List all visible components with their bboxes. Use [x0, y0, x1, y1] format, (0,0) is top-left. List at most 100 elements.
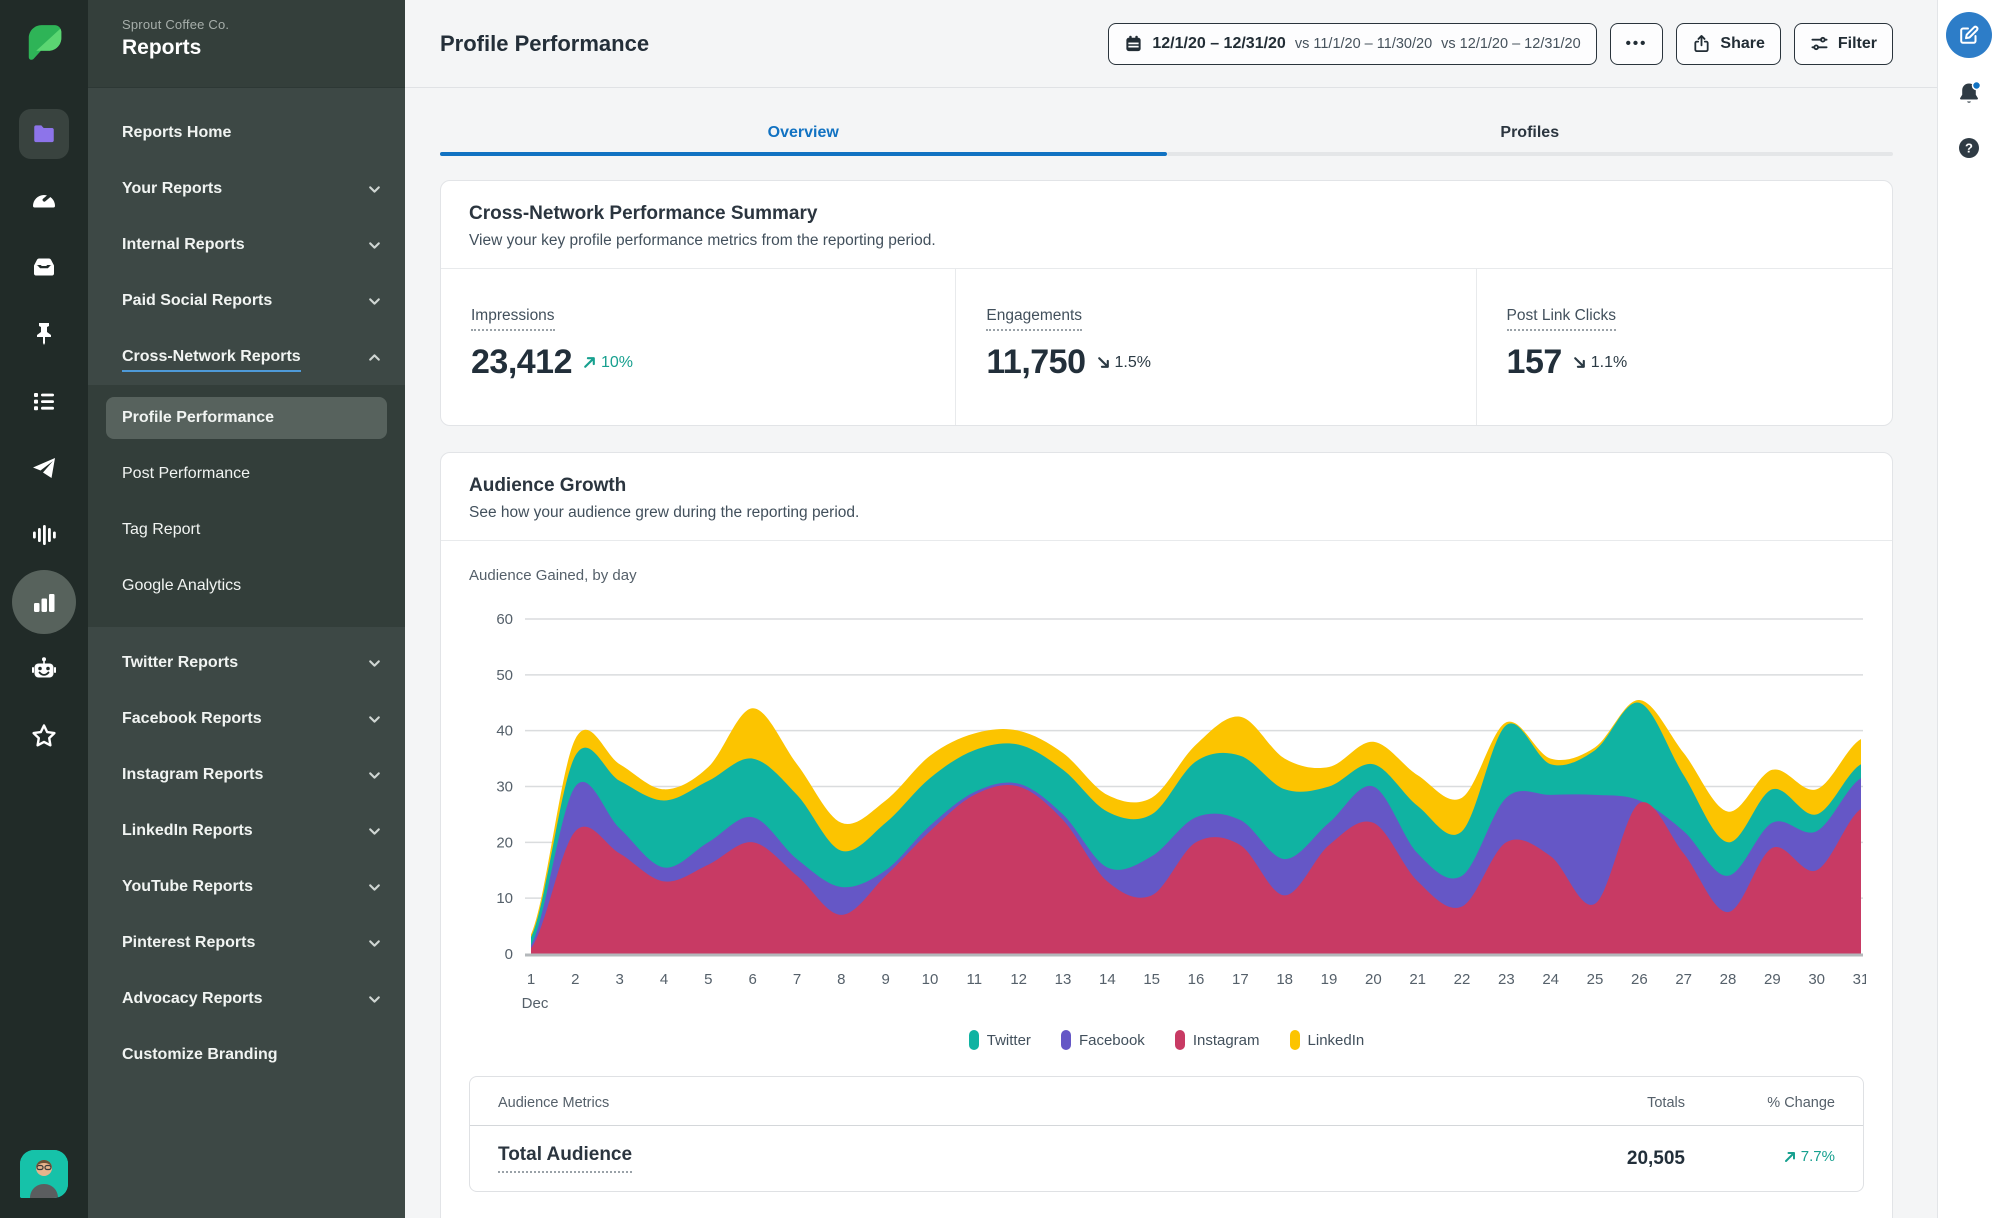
utility-rail: ? — [1937, 0, 2000, 1218]
account-name: Sprout Coffee Co. — [122, 17, 230, 32]
svg-text:18: 18 — [1276, 971, 1293, 988]
sidebar-subitem-google-analytics[interactable]: Google Analytics — [88, 558, 405, 614]
svg-text:21: 21 — [1409, 971, 1426, 988]
page-title: Profile Performance — [440, 30, 650, 56]
sidebar-item-twitter-reports[interactable]: Twitter Reports — [88, 635, 405, 691]
date-range-button[interactable]: 12/1/20 – 12/31/20 vs 11/1/20 – 11/30/20… — [1108, 22, 1597, 65]
sidebar-subitem-post-performance[interactable]: Post Performance — [88, 446, 405, 502]
chevron-down-icon — [367, 182, 382, 197]
metric-label[interactable]: Impressions — [471, 307, 555, 331]
arrow-up-right-icon — [1784, 1151, 1795, 1162]
filter-button[interactable]: Filter — [1793, 22, 1893, 65]
list-icon[interactable] — [29, 386, 59, 416]
legend-color-chip — [1060, 1030, 1071, 1050]
row-total: 20,505 — [1626, 1147, 1685, 1169]
metric-change: 10% — [582, 354, 633, 372]
compose-button[interactable] — [1946, 12, 1992, 58]
svg-text:50: 50 — [496, 667, 513, 684]
metric-engagements: Engagements 11,750 1.5% — [955, 269, 1475, 425]
bar-chart-icon[interactable] — [12, 570, 76, 634]
share-icon — [1692, 34, 1711, 53]
chevron-down-icon — [367, 656, 382, 671]
calendar-icon — [1124, 34, 1143, 53]
tab-overview[interactable]: Overview — [440, 88, 1167, 156]
audience-growth-subtitle: See how your audience grew during the re… — [469, 504, 860, 521]
chevron-up-icon — [367, 350, 382, 365]
sidebar-item-facebook-reports[interactable]: Facebook Reports — [88, 691, 405, 747]
sidebar-item-your-reports[interactable]: Your Reports — [88, 161, 405, 217]
gauge-icon[interactable] — [29, 185, 59, 215]
svg-text:20: 20 — [1365, 971, 1382, 988]
more-options-button[interactable]: ••• — [1609, 22, 1664, 65]
chart-axis-title: Audience Gained, by day — [469, 567, 637, 584]
pin-icon[interactable] — [30, 319, 58, 347]
svg-text:11: 11 — [967, 971, 983, 988]
arrow-down-right-icon — [1097, 357, 1109, 368]
chevron-down-icon — [367, 768, 382, 783]
svg-text:7: 7 — [793, 971, 801, 988]
audience-growth-chart[interactable]: 01020304050601Dec2 3 4 5 6 7 8 9 10 11 12 13 14 15 16 1… — [469, 584, 1866, 1016]
inbox-icon[interactable] — [29, 252, 59, 282]
sidebar-subitem-tag-report[interactable]: Tag Report — [88, 502, 405, 558]
legend-label: Instagram — [1192, 1031, 1260, 1049]
folder-icon[interactable] — [19, 109, 69, 159]
svg-text:27: 27 — [1675, 971, 1692, 988]
user-avatar[interactable] — [20, 1150, 68, 1198]
icon-rail — [0, 0, 88, 1218]
metric-change: 1.1% — [1572, 354, 1627, 372]
sidebar-item-cross-network-reports[interactable]: Cross-Network Reports — [88, 329, 405, 385]
filter-label: Filter — [1837, 34, 1877, 52]
sidebar-item-pinterest-reports[interactable]: Pinterest Reports — [88, 915, 405, 971]
arrow-up-right-icon — [584, 357, 595, 368]
metric-value: 23,412 — [471, 343, 573, 381]
bot-icon[interactable] — [29, 654, 59, 684]
sidebar-item-reports-home[interactable]: Reports Home — [88, 105, 405, 161]
star-icon[interactable] — [29, 721, 59, 751]
sidebar-item-advocacy-reports[interactable]: Advocacy Reports — [88, 971, 405, 1027]
legend-label: LinkedIn — [1307, 1031, 1365, 1049]
cross-network-summary-card: Cross-Network Performance Summary View y… — [440, 180, 1893, 426]
reports-sidebar: Sprout Coffee Co. Reports Reports Home Y… — [88, 0, 405, 1218]
svg-text:25: 25 — [1587, 971, 1604, 988]
sidebar-item-paid-social-reports[interactable]: Paid Social Reports — [88, 273, 405, 329]
legend-color-chip — [1174, 1030, 1185, 1050]
legend-color-chip — [1289, 1030, 1300, 1050]
tab-profiles[interactable]: Profiles — [1166, 88, 1893, 156]
sidebar-item-customize-branding[interactable]: Customize Branding — [88, 1027, 405, 1083]
report-content: Cross-Network Performance Summary View y… — [405, 156, 1937, 1218]
column-header-totals: Totals — [1647, 1095, 1685, 1111]
legend-item[interactable]: Twitter — [968, 1030, 1031, 1050]
svg-text:19: 19 — [1321, 971, 1338, 988]
legend-item[interactable]: LinkedIn — [1289, 1030, 1365, 1050]
send-icon[interactable] — [29, 453, 59, 483]
svg-text:22: 22 — [1454, 971, 1471, 988]
metric-label[interactable]: Engagements — [986, 307, 1083, 331]
metric-label[interactable]: Post Link Clicks — [1506, 307, 1616, 331]
sidebar-item-youtube-reports[interactable]: YouTube Reports — [88, 859, 405, 915]
share-button[interactable]: Share — [1676, 22, 1781, 65]
waveform-icon[interactable] — [29, 520, 59, 550]
legend-item[interactable]: Instagram — [1174, 1030, 1260, 1050]
legend-item[interactable]: Facebook — [1060, 1030, 1145, 1050]
svg-text:Dec: Dec — [522, 995, 549, 1012]
svg-text:17: 17 — [1232, 971, 1249, 988]
chevron-down-icon — [367, 992, 382, 1007]
arrow-down-right-icon — [1573, 357, 1585, 368]
sidebar-item-linkedin-reports[interactable]: LinkedIn Reports — [88, 803, 405, 859]
svg-text:29: 29 — [1764, 971, 1781, 988]
sidebar-item-instagram-reports[interactable]: Instagram Reports — [88, 747, 405, 803]
share-label: Share — [1720, 34, 1765, 52]
sidebar-item-internal-reports[interactable]: Internal Reports — [88, 217, 405, 273]
report-topbar: Profile Performance 12/1/20 – 12/31/20 v… — [405, 0, 1937, 88]
chart-legend: Twitter Facebook Instagram LinkedIn — [469, 1030, 1864, 1050]
svg-text:10: 10 — [496, 890, 513, 907]
ellipsis-icon: ••• — [1625, 35, 1648, 52]
notifications-bell-icon[interactable] — [1955, 80, 1983, 108]
sprout-leaf-logo[interactable] — [23, 22, 65, 64]
row-label[interactable]: Total Audience — [498, 1144, 633, 1173]
chevron-down-icon — [367, 824, 382, 839]
audience-metrics-table: Audience Metrics Totals % Change Total A… — [469, 1076, 1864, 1192]
table-row-total-audience: Total Audience 20,505 7.7% — [470, 1126, 1863, 1191]
help-icon[interactable]: ? — [1957, 136, 1981, 160]
sidebar-subitem-profile-performance[interactable]: Profile Performance — [88, 390, 405, 446]
